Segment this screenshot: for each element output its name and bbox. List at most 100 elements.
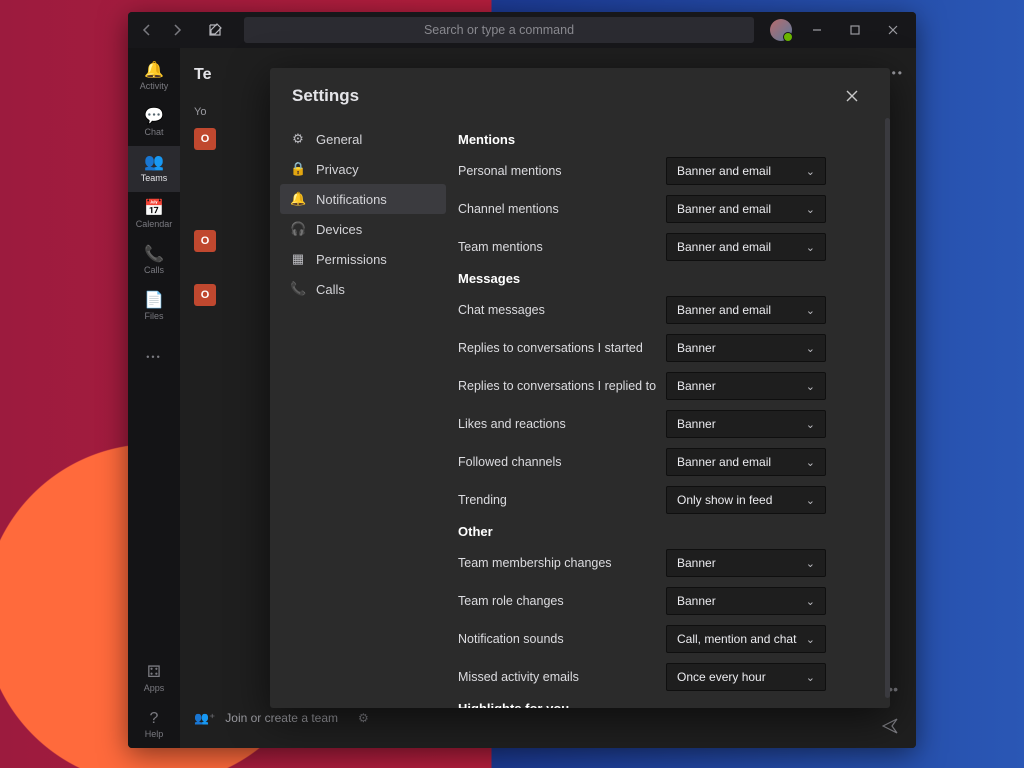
join-team-label[interactable]: Join or create a team	[225, 711, 338, 725]
page-title: Te	[194, 66, 211, 84]
dropdown-value: Banner and email	[677, 303, 771, 317]
your-teams-label: Yo	[194, 106, 226, 118]
search-placeholder: Search or type a command	[424, 23, 574, 37]
dropdown-value: Banner and email	[677, 164, 771, 178]
rail-teams[interactable]: 👥 Teams	[128, 146, 180, 192]
lock-icon: 🔒	[290, 161, 306, 177]
dropdown-role-changes[interactable]: Banner⌄	[666, 587, 826, 615]
dropdown-value: Banner and email	[677, 455, 771, 469]
maximize-button[interactable]	[838, 12, 872, 48]
join-team-icon[interactable]: 👥⁺	[194, 711, 215, 725]
chevron-down-icon: ⌄	[806, 557, 815, 570]
back-button[interactable]	[134, 17, 160, 43]
file-icon: 📄	[144, 293, 164, 309]
dropdown-replies-replied[interactable]: Banner⌄	[666, 372, 826, 400]
row-team-mentions: Team mentions Banner and email ⌄	[458, 233, 888, 261]
close-window-button[interactable]	[876, 12, 910, 48]
bell-icon: 🔔	[290, 191, 306, 207]
settings-header: Settings	[270, 68, 890, 118]
forward-button[interactable]	[164, 17, 190, 43]
chevron-down-icon: ⌄	[806, 671, 815, 684]
dropdown-trending[interactable]: Only show in feed⌄	[666, 486, 826, 514]
phone-icon: 📞	[290, 281, 306, 297]
dropdown-replies-started[interactable]: Banner⌄	[666, 334, 826, 362]
team-tile[interactable]: O	[194, 230, 216, 252]
dropdown-membership-changes[interactable]: Banner ⌄	[666, 549, 826, 577]
minimize-button[interactable]	[800, 12, 834, 48]
team-tile[interactable]: O	[194, 284, 216, 306]
close-settings-button[interactable]	[846, 90, 868, 102]
titlebar: Search or type a command	[128, 12, 916, 48]
main-content: Te ◎ Team ••• Yo O O O Aᵢ 📎 ☺ GIF ▣ 🎥 ▷ …	[180, 48, 916, 748]
manage-teams-icon[interactable]: ⚙	[358, 711, 369, 725]
rail-label: Calendar	[136, 219, 173, 229]
setting-label: Notification sounds	[458, 632, 658, 646]
rail-chat[interactable]: 💬 Chat	[128, 100, 180, 146]
setting-label: Trending	[458, 493, 658, 507]
compose-button[interactable]	[202, 23, 228, 37]
profile-avatar[interactable]	[770, 19, 792, 41]
dropdown-value: Banner	[677, 379, 716, 393]
dropdown-channel-mentions[interactable]: Banner and email ⌄	[666, 195, 826, 223]
nav-general[interactable]: ⚙ General	[280, 124, 446, 154]
rail-label: Calls	[144, 265, 164, 275]
row-chat-messages: Chat messages Banner and email⌄	[458, 296, 888, 324]
rail-more[interactable]: •••	[128, 334, 180, 380]
section-mentions: Mentions	[458, 132, 888, 147]
nav-label: Calls	[316, 282, 345, 297]
settings-nav: ⚙ General 🔒 Privacy 🔔 Notifications 🎧 De…	[270, 118, 456, 708]
apps-icon: ⚃	[147, 665, 161, 681]
team-tile[interactable]: O	[194, 128, 216, 150]
chevron-down-icon: ⌄	[806, 418, 815, 431]
dropdown-value: Banner	[677, 417, 716, 431]
rail-label: Files	[144, 311, 163, 321]
nav-notifications[interactable]: 🔔 Notifications	[280, 184, 446, 214]
nav-devices[interactable]: 🎧 Devices	[280, 214, 446, 244]
dropdown-value: Banner and email	[677, 240, 771, 254]
rail-calls[interactable]: 📞 Calls	[128, 238, 180, 284]
dropdown-value: Once every hour	[677, 670, 766, 684]
rail-calendar[interactable]: 📅 Calendar	[128, 192, 180, 238]
nav-privacy[interactable]: 🔒 Privacy	[280, 154, 446, 184]
rail-apps[interactable]: ⚃ Apps	[128, 656, 180, 702]
dropdown-value: Call, mention and chat	[677, 632, 796, 646]
help-icon: ?	[150, 711, 159, 727]
calendar-icon: 📅	[144, 201, 164, 217]
rail-label: Help	[145, 729, 164, 739]
dropdown-value: Banner	[677, 556, 716, 570]
rail-files[interactable]: 📄 Files	[128, 284, 180, 330]
setting-label: Personal mentions	[458, 164, 658, 178]
chevron-down-icon: ⌄	[806, 203, 815, 216]
setting-label: Team role changes	[458, 594, 658, 608]
dropdown-likes-reactions[interactable]: Banner ⌄	[666, 410, 826, 438]
row-replies-replied: Replies to conversations I replied to Ba…	[458, 372, 888, 400]
nav-permissions[interactable]: ▦ Permissions	[280, 244, 446, 274]
dropdown-followed-channels[interactable]: Banner and email ⌄	[666, 448, 826, 476]
row-followed-channels: Followed channels Banner and email⌄	[458, 448, 888, 476]
chevron-down-icon: ⌄	[806, 456, 815, 469]
dropdown-missed-activity-emails[interactable]: Once every hour ⌄	[666, 663, 826, 691]
chevron-down-icon: ⌄	[806, 304, 815, 317]
dropdown-team-mentions[interactable]: Banner and email ⌄	[666, 233, 826, 261]
nav-label: Privacy	[316, 162, 359, 177]
nav-label: Devices	[316, 222, 362, 237]
rail-activity[interactable]: 🔔 Activity	[128, 54, 180, 100]
headset-icon: 🎧	[290, 221, 306, 237]
rail-label: Chat	[144, 127, 163, 137]
dropdown-notification-sounds[interactable]: Call, mention and chat⌄	[666, 625, 826, 653]
dropdown-personal-mentions[interactable]: Banner and email ⌄	[666, 157, 826, 185]
dropdown-value: Banner	[677, 594, 716, 608]
settings-content[interactable]: Mentions Personal mentions Banner and em…	[456, 118, 890, 708]
setting-label: Team membership changes	[458, 556, 658, 570]
search-box[interactable]: Search or type a command	[244, 17, 754, 43]
setting-label: Missed activity emails	[458, 670, 658, 684]
row-replies-started: Replies to conversations I started Banne…	[458, 334, 888, 362]
section-highlights: Highlights for you	[458, 701, 888, 708]
chevron-down-icon: ⌄	[806, 165, 815, 178]
nav-calls[interactable]: 📞 Calls	[280, 274, 446, 304]
row-personal-mentions: Personal mentions Banner and email ⌄	[458, 157, 888, 185]
rail-help[interactable]: ? Help	[128, 702, 180, 748]
dropdown-chat-messages[interactable]: Banner and email ⌄	[666, 296, 826, 324]
settings-dialog: Settings ⚙ General 🔒 Privacy 🔔	[270, 68, 890, 708]
permissions-icon: ▦	[290, 251, 306, 267]
